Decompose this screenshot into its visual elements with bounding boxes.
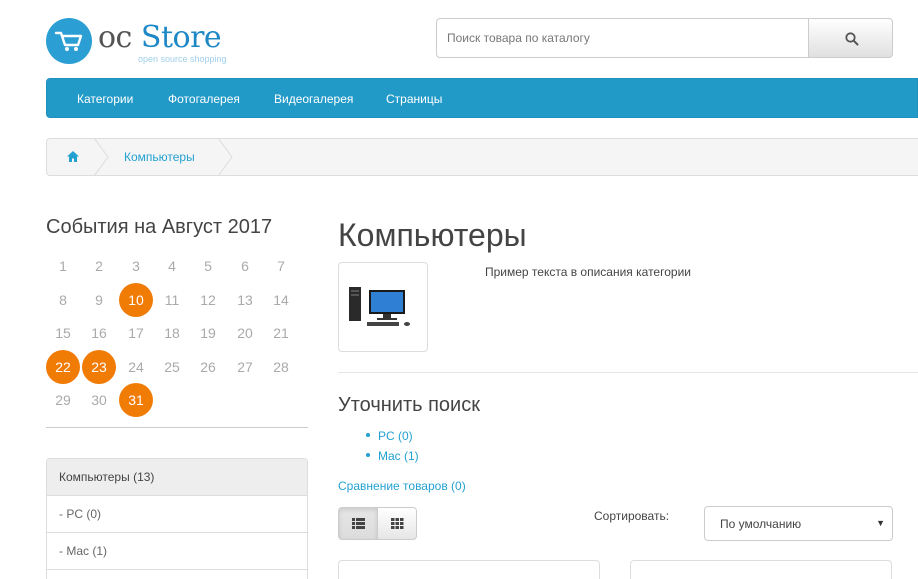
product-card[interactable] xyxy=(338,560,600,579)
calendar-day: 17 xyxy=(128,325,144,341)
list-view-button[interactable] xyxy=(338,507,378,540)
product-card[interactable] xyxy=(630,560,892,579)
refine-link-pc[interactable]: PC (0) xyxy=(378,429,413,443)
calendar-day: 9 xyxy=(95,292,103,308)
cart-logo-icon xyxy=(46,18,92,64)
category-image xyxy=(338,262,428,352)
calendar-day: 11 xyxy=(164,292,180,308)
menu-item-pages[interactable]: Страницы xyxy=(386,92,442,106)
calendar-day: 1 xyxy=(59,258,67,274)
calendar-event-day[interactable]: 22 xyxy=(46,350,80,384)
breadcrumb-item-computers[interactable]: Компьютеры xyxy=(124,150,195,164)
calendar-day: 24 xyxy=(128,359,144,375)
divider xyxy=(46,427,308,428)
search-bar xyxy=(436,18,893,58)
calendar-day: 26 xyxy=(200,359,216,375)
category-item-computers[interactable]: Компьютеры (13) xyxy=(47,459,307,496)
dropdown-caret-icon: ▼ xyxy=(876,518,885,528)
calendar-day: 15 xyxy=(55,325,71,341)
calendar-day: 29 xyxy=(55,392,71,408)
logo-tagline: open source shopping xyxy=(138,54,227,64)
list-bullet xyxy=(366,453,370,457)
calendar-day: 16 xyxy=(91,325,107,341)
refine-link-mac[interactable]: Mac (1) xyxy=(378,449,419,463)
calendar-event-day[interactable]: 31 xyxy=(119,383,153,417)
sort-select[interactable]: По умолчанию ▼ xyxy=(704,506,893,541)
calendar-day: 3 xyxy=(132,258,140,274)
main-menu: Категории Фотогалерея Видеогалерея Стран… xyxy=(46,78,918,118)
calendar-day: 30 xyxy=(91,392,107,408)
calendar-day: 20 xyxy=(237,325,253,341)
computer-icon xyxy=(349,287,410,326)
calendar-day: 27 xyxy=(237,359,253,375)
compare-products-link[interactable]: Сравнение товаров (0) xyxy=(338,479,466,493)
calendar-day: 28 xyxy=(273,359,289,375)
calendar-day: 13 xyxy=(237,292,253,308)
store-logo[interactable]: oc Store open source shopping xyxy=(46,18,246,66)
home-icon[interactable] xyxy=(66,150,80,163)
menu-item-video-gallery[interactable]: Видеогалерея xyxy=(274,92,353,106)
category-list: Компьютеры (13) - PC (0) - Mac (1) xyxy=(46,458,308,579)
divider xyxy=(338,372,918,373)
page-title: Компьютеры xyxy=(338,217,527,253)
calendar-day: 14 xyxy=(273,292,289,308)
search-button[interactable] xyxy=(808,18,893,58)
calendar-event-day[interactable]: 23 xyxy=(82,350,116,384)
calendar-day: 18 xyxy=(164,325,180,341)
menu-item-photo-gallery[interactable]: Фотогалерея xyxy=(168,92,240,106)
menu-item-categories[interactable]: Категории xyxy=(77,92,133,106)
search-input[interactable] xyxy=(436,18,809,58)
category-description: Пример текста в описания категории xyxy=(485,265,691,279)
list-bullet xyxy=(366,433,370,437)
search-icon xyxy=(845,32,859,46)
calendar-day: 21 xyxy=(273,325,289,341)
category-item-mac[interactable]: - Mac (1) xyxy=(47,533,307,570)
calendar-day: 7 xyxy=(277,258,285,274)
calendar-day: 4 xyxy=(168,258,176,274)
calendar-day: 12 xyxy=(200,292,216,308)
logo-brand-store: Store xyxy=(140,20,222,55)
list-icon xyxy=(352,518,365,529)
category-item-next[interactable] xyxy=(47,570,307,579)
calendar-day: 8 xyxy=(59,292,67,308)
sort-select-value: По умолчанию xyxy=(720,517,802,531)
sort-label: Сортировать: xyxy=(594,509,670,523)
breadcrumb-separator xyxy=(217,138,233,176)
category-item-pc[interactable]: - PC (0) xyxy=(47,496,307,533)
calendar-event-day[interactable]: 10 xyxy=(119,283,153,317)
calendar-title: События на Август 2017 xyxy=(46,216,273,238)
calendar-day: 25 xyxy=(164,359,180,375)
breadcrumb-separator xyxy=(93,138,109,176)
logo-brand-oc: oc xyxy=(98,20,132,55)
grid-icon xyxy=(391,518,404,529)
calendar-day: 19 xyxy=(200,325,216,341)
grid-view-button[interactable] xyxy=(377,507,417,540)
calendar-day: 2 xyxy=(95,258,103,274)
calendar-day: 5 xyxy=(204,258,212,274)
breadcrumb: Компьютеры xyxy=(46,138,918,176)
logo-text: oc Store xyxy=(98,20,222,55)
refine-search-title: Уточнить поиск xyxy=(338,394,480,416)
calendar-day: 6 xyxy=(241,258,249,274)
